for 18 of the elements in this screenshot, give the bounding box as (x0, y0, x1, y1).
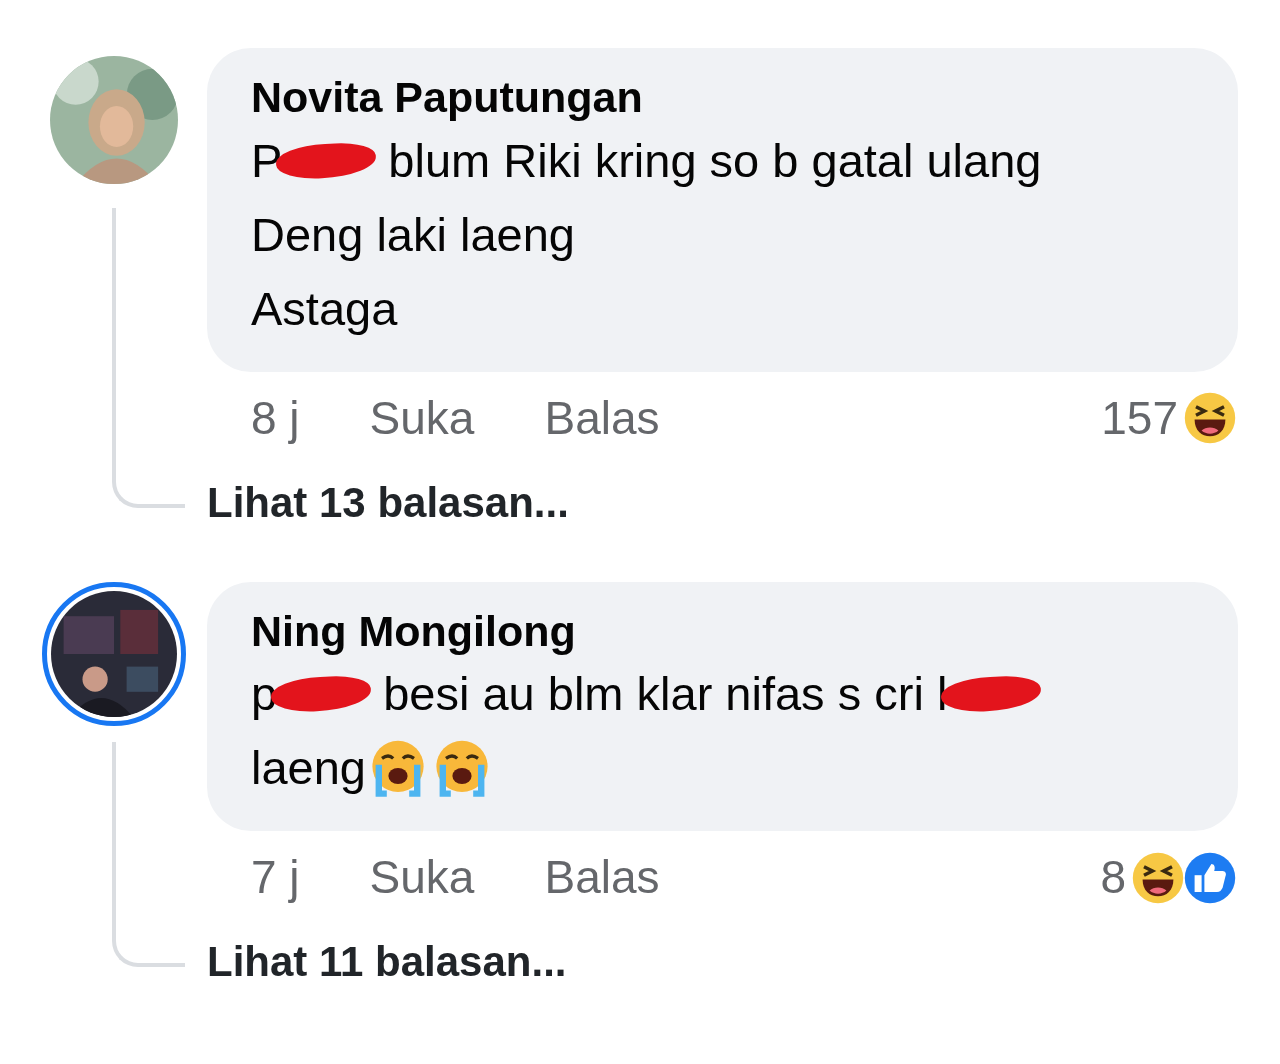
like-link[interactable]: Suka (369, 383, 475, 453)
comment-text: laeng (251, 740, 366, 797)
reaction-count: 157 (1101, 390, 1178, 446)
comment-text: Deng laki laeng (251, 206, 575, 263)
view-replies-link[interactable]: Lihat 11 balasan... (207, 938, 567, 986)
author-name[interactable]: Novita Paputungan (251, 72, 1194, 124)
comment-time: 7 j (251, 850, 300, 906)
reply-link[interactable]: Balas (544, 383, 660, 453)
view-replies-link[interactable]: Lihat 13 balasan... (207, 478, 569, 526)
reaction-count: 8 (1100, 850, 1126, 906)
like-link[interactable]: Suka (369, 843, 475, 913)
reply-link[interactable]: Balas (544, 843, 660, 913)
comment-text: blum Riki kring so b gatal ulang (388, 132, 1042, 189)
comment-text: P (251, 132, 283, 189)
comment-time: 8 j (251, 390, 300, 446)
author-name[interactable]: Ning Mongilong (251, 605, 1194, 658)
avatar-ring[interactable] (42, 581, 186, 726)
comment-text: Astaga (251, 280, 398, 337)
